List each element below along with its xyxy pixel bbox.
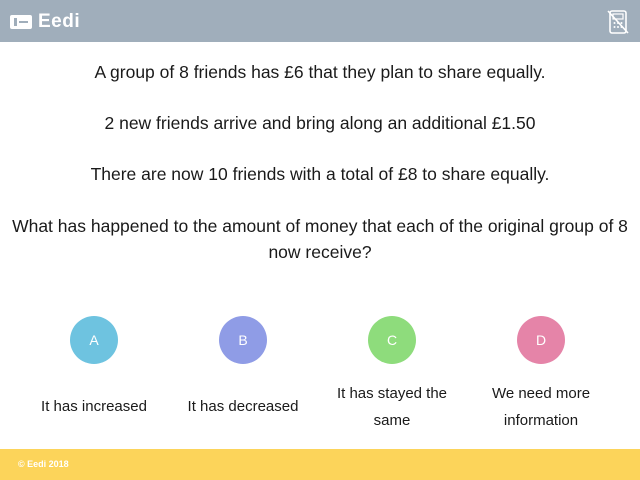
logo-text: Eedi	[38, 11, 81, 32]
option-a[interactable]: A	[19, 316, 169, 364]
footer-bar: © Eedi 2018	[0, 449, 640, 480]
eedi-logo: Eedi	[10, 11, 80, 33]
option-b-text[interactable]: It has decreased	[168, 393, 318, 420]
question-line-4: What has happened to the amount of money…	[12, 216, 628, 262]
question-line-2: 2 new friends arrive and bring along an …	[104, 113, 536, 133]
option-c-text[interactable]: It has stayed the same	[317, 380, 467, 434]
top-bar: Eedi	[0, 0, 640, 42]
option-c[interactable]: C	[317, 316, 467, 364]
question-line-3: There are now 10 friends with a total of…	[90, 164, 550, 184]
option-b[interactable]: B	[168, 316, 318, 364]
calculator-crossed-icon	[607, 10, 629, 34]
eedi-logo-icon	[10, 15, 32, 29]
option-d-text[interactable]: We need more information	[466, 380, 616, 434]
question-text: A group of 8 friends has £6 that they pl…	[0, 60, 640, 213]
option-a-circle[interactable]: A	[70, 316, 118, 364]
option-c-circle[interactable]: C	[368, 316, 416, 364]
question-line-1: A group of 8 friends has £6 that they pl…	[94, 62, 546, 82]
copyright-text: © Eedi 2018	[18, 459, 69, 469]
option-a-text[interactable]: It has increased	[19, 393, 169, 420]
option-d-circle[interactable]: D	[517, 316, 565, 364]
option-d[interactable]: D	[466, 316, 616, 364]
option-b-circle[interactable]: B	[219, 316, 267, 364]
